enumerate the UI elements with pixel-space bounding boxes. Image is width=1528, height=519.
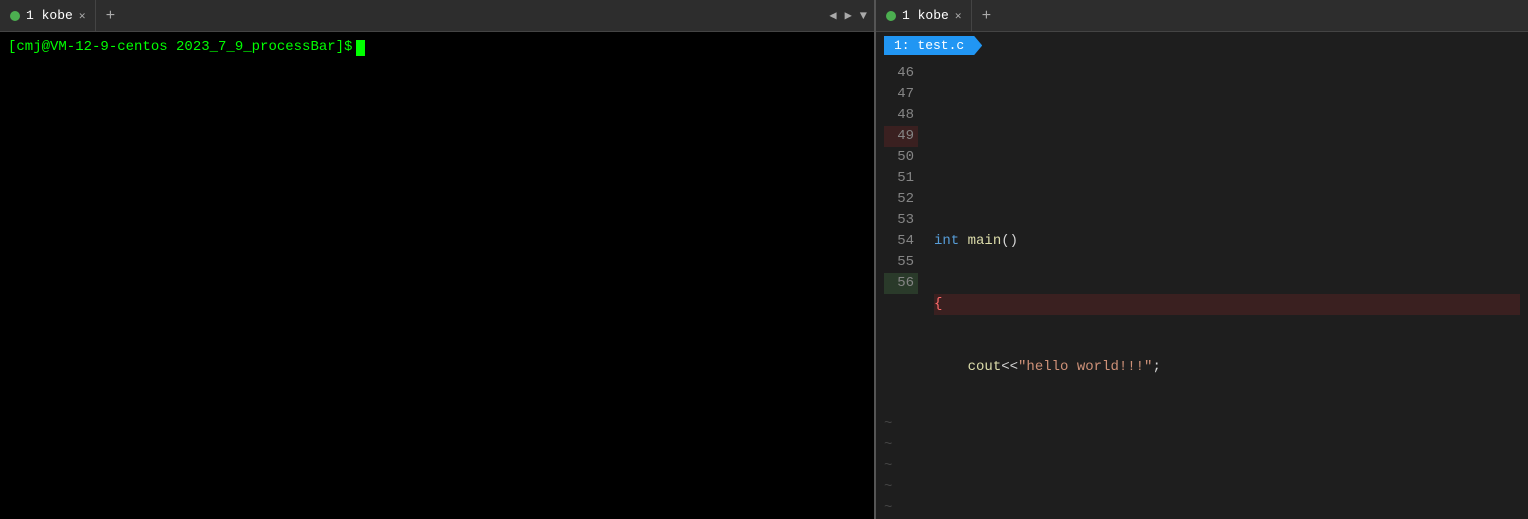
left-tab-close[interactable]: ✕ bbox=[79, 9, 86, 23]
right-tab-add[interactable]: + bbox=[972, 0, 1000, 31]
terminal-cursor bbox=[356, 40, 365, 56]
brace-open: { bbox=[934, 296, 942, 312]
line-num-49: 49 bbox=[884, 126, 918, 147]
right-arrow[interactable]: ▶ bbox=[842, 6, 855, 25]
kw-int: int bbox=[934, 233, 959, 249]
file-label[interactable]: 1: test.c bbox=[884, 36, 982, 55]
code-editor[interactable]: 46 47 48 49 50 51 52 53 54 55 56 bbox=[876, 59, 1528, 414]
prompt-text: [cmj@VM-12-9-centos 2023_7_9_processBar]… bbox=[8, 38, 352, 58]
file-breadcrumb: 1: test.c bbox=[876, 32, 1528, 59]
terminal-panel: 1 kobe ✕ + ◀ ▶ ▼ [cmj@VM-12-9-centos 202… bbox=[0, 0, 876, 519]
left-tab-label: 1 kobe bbox=[26, 8, 73, 23]
tilde-lines: ~ ~ ~ ~ ~ bbox=[876, 414, 1528, 519]
left-tab-add[interactable]: + bbox=[96, 0, 124, 31]
line-num-52: 52 bbox=[884, 189, 918, 210]
fn-main: main bbox=[968, 233, 1002, 249]
tilde-2: ~ bbox=[884, 435, 1528, 456]
line-numbers: 46 47 48 49 50 51 52 53 54 55 56 bbox=[876, 59, 926, 414]
code-line-46 bbox=[934, 105, 1520, 126]
left-tab-kobe[interactable]: 1 kobe ✕ bbox=[0, 0, 96, 31]
tab-dot bbox=[10, 11, 20, 21]
right-tab-dot bbox=[886, 11, 896, 21]
right-tab-close[interactable]: ✕ bbox=[955, 9, 962, 23]
code-line-47 bbox=[934, 168, 1520, 189]
terminal-body[interactable]: [cmj@VM-12-9-centos 2023_7_9_processBar]… bbox=[0, 32, 874, 519]
line-num-48: 48 bbox=[884, 105, 918, 126]
tilde-1: ~ bbox=[884, 414, 1528, 435]
dropdown-arrow[interactable]: ▼ bbox=[857, 7, 870, 25]
code-line-50: cout<<"hello world!!!"; bbox=[934, 357, 1520, 378]
line-num-55: 55 bbox=[884, 252, 918, 273]
tilde-5: ~ bbox=[884, 498, 1528, 519]
line-num-47: 47 bbox=[884, 84, 918, 105]
right-tab-bar: 1 kobe ✕ + bbox=[876, 0, 1528, 32]
line-num-54: 54 bbox=[884, 231, 918, 252]
line-num-53: 53 bbox=[884, 210, 918, 231]
tilde-4: ~ bbox=[884, 477, 1528, 498]
code-editor-area: 46 47 48 49 50 51 52 53 54 55 56 bbox=[876, 59, 1528, 414]
right-tab-label: 1 kobe bbox=[902, 8, 949, 23]
left-tab-bar: 1 kobe ✕ + ◀ ▶ ▼ bbox=[0, 0, 874, 32]
editor-panel: 1 kobe ✕ + 1: test.c 46 47 48 49 bbox=[876, 0, 1528, 519]
line-num-50: 50 bbox=[884, 147, 918, 168]
fn-cout: cout bbox=[968, 359, 1002, 375]
nav-arrows: ◀ ▶ ▼ bbox=[822, 6, 874, 25]
line-num-56: 56 bbox=[884, 273, 918, 294]
left-arrow[interactable]: ◀ bbox=[826, 6, 839, 25]
line-num-46: 46 bbox=[884, 63, 918, 84]
terminal-prompt: [cmj@VM-12-9-centos 2023_7_9_processBar]… bbox=[8, 38, 866, 58]
code-line-48: int main() bbox=[934, 231, 1520, 252]
line-num-51: 51 bbox=[884, 168, 918, 189]
string-hello: "hello world!!!" bbox=[1018, 359, 1152, 375]
right-tab-kobe[interactable]: 1 kobe ✕ bbox=[876, 0, 972, 31]
parens: () bbox=[1001, 233, 1018, 249]
tilde-3: ~ bbox=[884, 456, 1528, 477]
code-line-49: { bbox=[934, 294, 1520, 315]
code-content[interactable]: int main() { cout<<"hello world!!!"; ffl… bbox=[926, 59, 1528, 414]
